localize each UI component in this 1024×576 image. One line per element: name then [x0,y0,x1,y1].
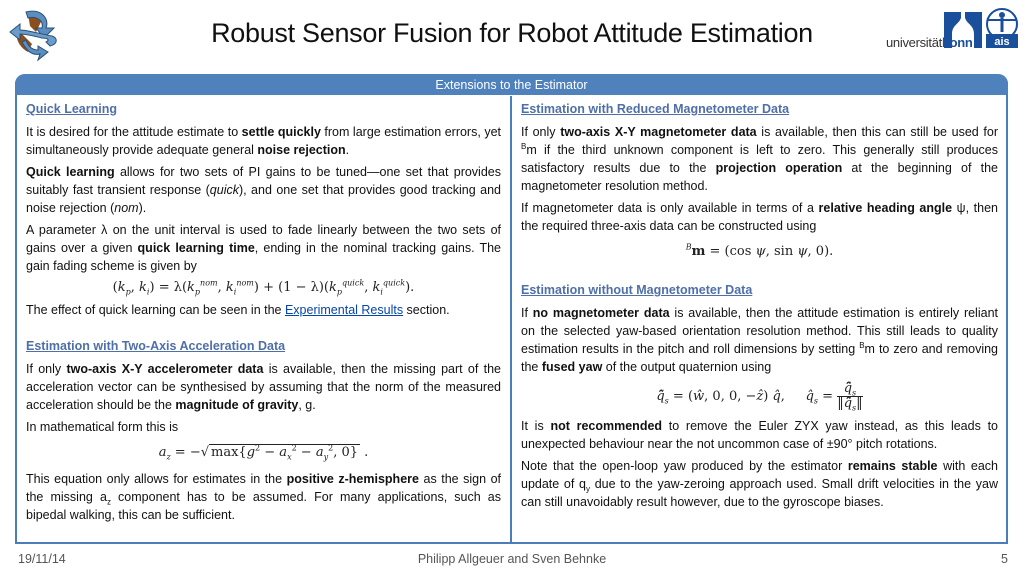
university-name-light: universität [886,35,942,50]
no-mag-paragraph-1: If no magnetometer data is available, th… [521,306,998,374]
section-title-no-mag: Estimation without Magnetometer Data [521,283,753,297]
section-title-quick-learning: Quick Learning [26,102,117,116]
quick-learning-paragraph-2: Quick learning allows for two sets of PI… [26,165,501,215]
university-name: universitätbonn [886,35,973,50]
reduced-mag-paragraph-1: If only two-axis X-Y magnetometer data i… [521,125,998,193]
footer-page-number: 5 [1001,552,1008,566]
no-mag-paragraph-3: Note that the open-loop yaw produced by … [521,459,999,509]
quick-learning-paragraph-3: A parameter λ on the unit interval is us… [26,223,501,273]
ais-vitruvian-logo-icon: ais [986,8,1018,48]
left-column: Quick Learning It is desired for the att… [17,96,512,542]
section-title-reduced-mag: Estimation with Reduced Magnetometer Dat… [521,102,790,116]
footer-authors: Philipp Allgeuer and Sven Behnke [417,552,607,566]
reduced-mag-paragraph-2: If magnetometer data is only available i… [521,201,998,233]
page-title: Robust Sensor Fusion for Robot Attitude … [211,18,813,48]
gain-fading-equation: (kp, ki) = λ(kpnom, kinom) + (1 − λ)(kpq… [112,278,415,297]
quick-learning-paragraph-4: The effect of quick learning can be seen… [26,303,450,317]
panel-header: Extensions to the Estimator [15,74,1008,95]
right-column: Estimation with Reduced Magnetometer Dat… [512,96,1006,542]
university-name-bold: bonn [941,35,973,50]
bm-equation: Bm = (cos ψ, sin ψ, 0). [685,242,834,259]
experimental-results-link[interactable]: Experimental Results [285,303,403,317]
quick-learning-paragraph-1: It is desired for the attitude estimate … [26,125,501,157]
two-axis-accel-paragraph-3: This equation only allows for estimates … [26,472,501,522]
quaternion-yaw-removal-equation: q̃̂s = (ŵ, 0, 0, −ẑ) q̂, q̂s = q̃̂s ‖q̃̂s… [656,381,863,413]
two-axis-accel-paragraph-2: In mathematical form this is [26,420,179,434]
two-axis-accel-paragraph-1: If only two-axis X-Y accelerometer data … [26,362,501,412]
no-mag-paragraph-2: It is not recommended to remove the Eule… [521,419,998,451]
az-equation: az = −√ max{g2 − ax2 − ay2, 0} . [158,443,369,462]
section-title-two-axis-accel: Estimation with Two-Axis Acceleration Da… [26,339,286,353]
ais-badge-text: ais [994,36,1009,48]
university-bonn-logo: universitätbonn ais [886,8,1020,52]
